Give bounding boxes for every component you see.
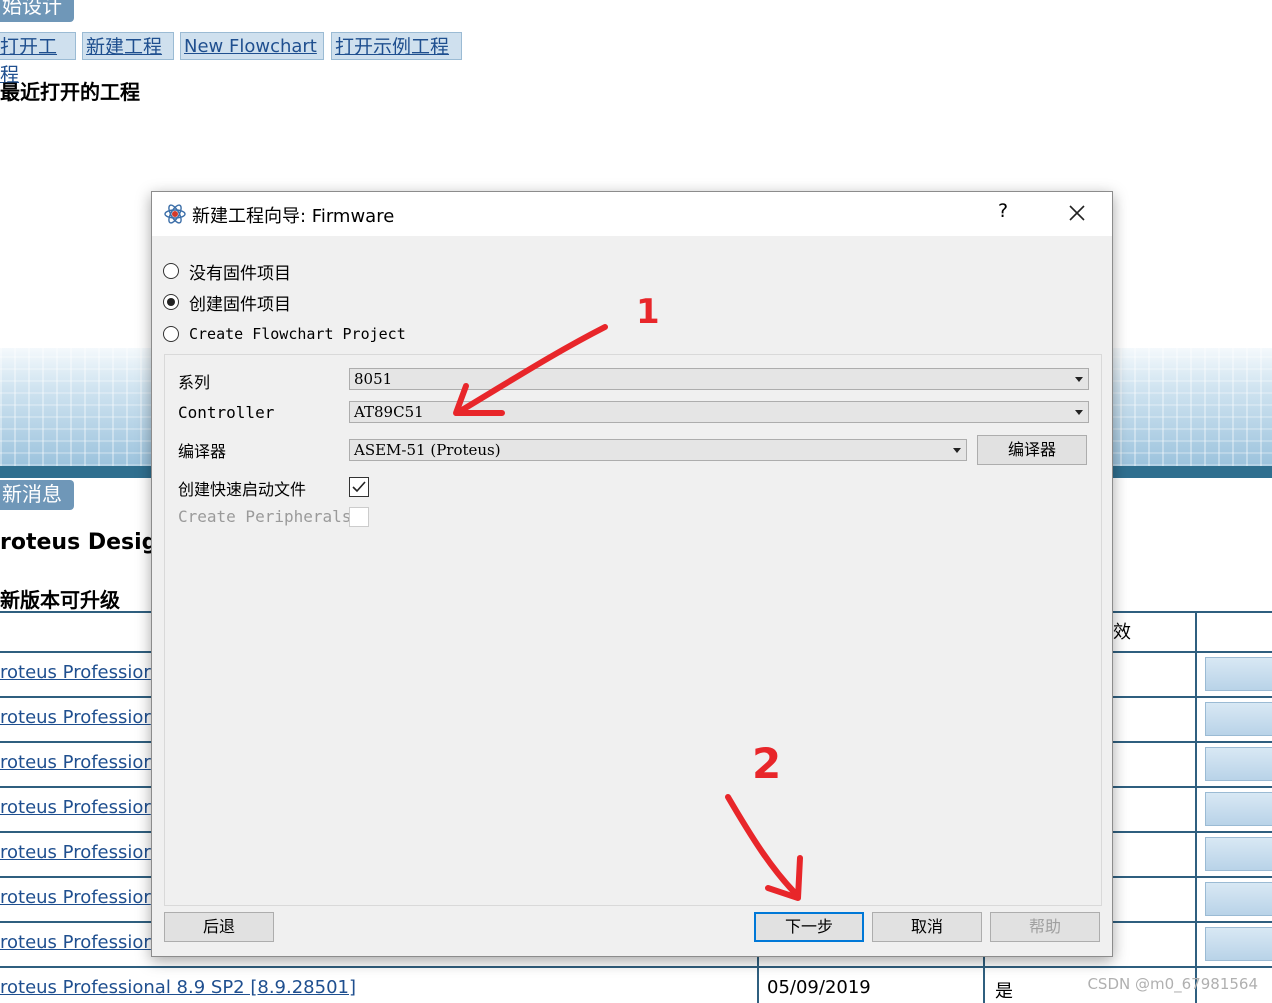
compiler-label: 编译器 bbox=[178, 442, 227, 461]
design-section-tab: 始设计 bbox=[0, 0, 74, 22]
radio-label: Create Flowchart Project bbox=[189, 325, 406, 343]
radio-label: 没有固件项目 bbox=[189, 263, 291, 284]
controller-select[interactable]: AT89C51 bbox=[349, 401, 1089, 423]
radio-button[interactable] bbox=[163, 263, 179, 279]
radio-create-flowchart[interactable]: Create Flowchart Project bbox=[163, 322, 406, 346]
new-project-wizard-dialog: 新建工程向导: Firmware ? 没有固件项目 创建固件项目 Create … bbox=[151, 191, 1113, 957]
valid-column-header: 效 bbox=[1113, 622, 1131, 643]
radio-label: 创建固件项目 bbox=[189, 294, 291, 315]
download-button[interactable] bbox=[1205, 927, 1272, 961]
upgrade-title: 新版本可升级 bbox=[0, 588, 120, 612]
back-button[interactable]: 后退 bbox=[164, 912, 274, 942]
news-heading: roteus Design bbox=[0, 530, 174, 555]
new-project-link[interactable]: 新建工程 bbox=[82, 32, 174, 60]
close-icon[interactable] bbox=[1064, 200, 1090, 226]
quickstart-checkbox[interactable] bbox=[349, 477, 369, 497]
row-valid: 是 bbox=[995, 981, 1013, 1002]
peripherals-label: Create Peripherals bbox=[178, 507, 352, 526]
help-button[interactable]: 帮助 bbox=[990, 912, 1100, 942]
family-value: 8051 bbox=[354, 370, 393, 388]
compiler-select[interactable]: ASEM-51 (Proteus) bbox=[349, 439, 967, 461]
chevron-down-icon bbox=[1075, 410, 1083, 415]
download-button[interactable] bbox=[1205, 882, 1272, 916]
table-rule bbox=[0, 966, 1272, 968]
csdn-watermark: CSDN @m0_67981564 bbox=[1087, 975, 1258, 993]
news-section-tab: 新消息 bbox=[0, 480, 74, 510]
upgrade-row-link[interactable]: roteus Professior bbox=[0, 707, 151, 728]
radio-no-firmware[interactable]: 没有固件项目 bbox=[163, 259, 291, 284]
download-button[interactable] bbox=[1205, 657, 1272, 691]
radio-button[interactable] bbox=[163, 294, 179, 310]
recent-projects-title: 最近打开的工程 bbox=[0, 80, 140, 104]
dialog-title: 新建工程向导: Firmware bbox=[192, 206, 395, 227]
chevron-down-icon bbox=[1075, 377, 1083, 382]
help-icon[interactable]: ? bbox=[998, 200, 1008, 222]
upgrade-row-link[interactable]: roteus Professior bbox=[0, 662, 151, 683]
controller-value: AT89C51 bbox=[354, 403, 424, 421]
table-col-divider bbox=[1195, 611, 1197, 1003]
radio-button[interactable] bbox=[163, 326, 179, 342]
family-label: 系列 bbox=[178, 373, 211, 392]
new-flowchart-link[interactable]: New Flowchart bbox=[180, 32, 324, 60]
download-button[interactable] bbox=[1205, 837, 1272, 871]
download-button[interactable] bbox=[1205, 702, 1272, 736]
row-date: 05/09/2019 bbox=[767, 977, 871, 998]
quickstart-label: 创建快速启动文件 bbox=[178, 480, 307, 499]
chevron-down-icon bbox=[953, 448, 961, 453]
radio-create-firmware[interactable]: 创建固件项目 bbox=[163, 290, 291, 315]
peripherals-checkbox[interactable] bbox=[349, 507, 369, 527]
checkmark-icon bbox=[352, 481, 366, 493]
open-project-link[interactable]: 打开工程 bbox=[0, 32, 76, 86]
compiler-value: ASEM-51 (Proteus) bbox=[354, 441, 501, 459]
family-select[interactable]: 8051 bbox=[349, 368, 1089, 390]
upgrade-row-link[interactable]: roteus Professior bbox=[0, 797, 151, 818]
upgrade-row-link[interactable]: roteus Professior bbox=[0, 842, 151, 863]
upgrade-row-link[interactable]: roteus Professior bbox=[0, 887, 151, 908]
proteus-app-icon bbox=[164, 204, 186, 224]
upgrade-row-link[interactable]: roteus Professional 8.9 SP2 [8.9.28501] bbox=[0, 977, 356, 998]
upgrade-row-link[interactable]: roteus Professior bbox=[0, 932, 151, 953]
download-button[interactable] bbox=[1205, 747, 1272, 781]
dialog-titlebar: 新建工程向导: Firmware ? bbox=[152, 192, 1112, 236]
upgrade-row-link[interactable]: roteus Professior bbox=[0, 752, 151, 773]
open-sample-link[interactable]: 打开示例工程 bbox=[331, 32, 462, 60]
compiler-button[interactable]: 编译器 bbox=[977, 435, 1087, 465]
firmware-settings-panel: 系列 8051 Controller AT89C51 编译器 ASEM-51 (… bbox=[164, 354, 1102, 906]
cancel-button[interactable]: 取消 bbox=[872, 912, 982, 942]
controller-label: Controller bbox=[178, 403, 275, 422]
download-button[interactable] bbox=[1205, 792, 1272, 826]
next-button[interactable]: 下一步 bbox=[754, 912, 864, 942]
